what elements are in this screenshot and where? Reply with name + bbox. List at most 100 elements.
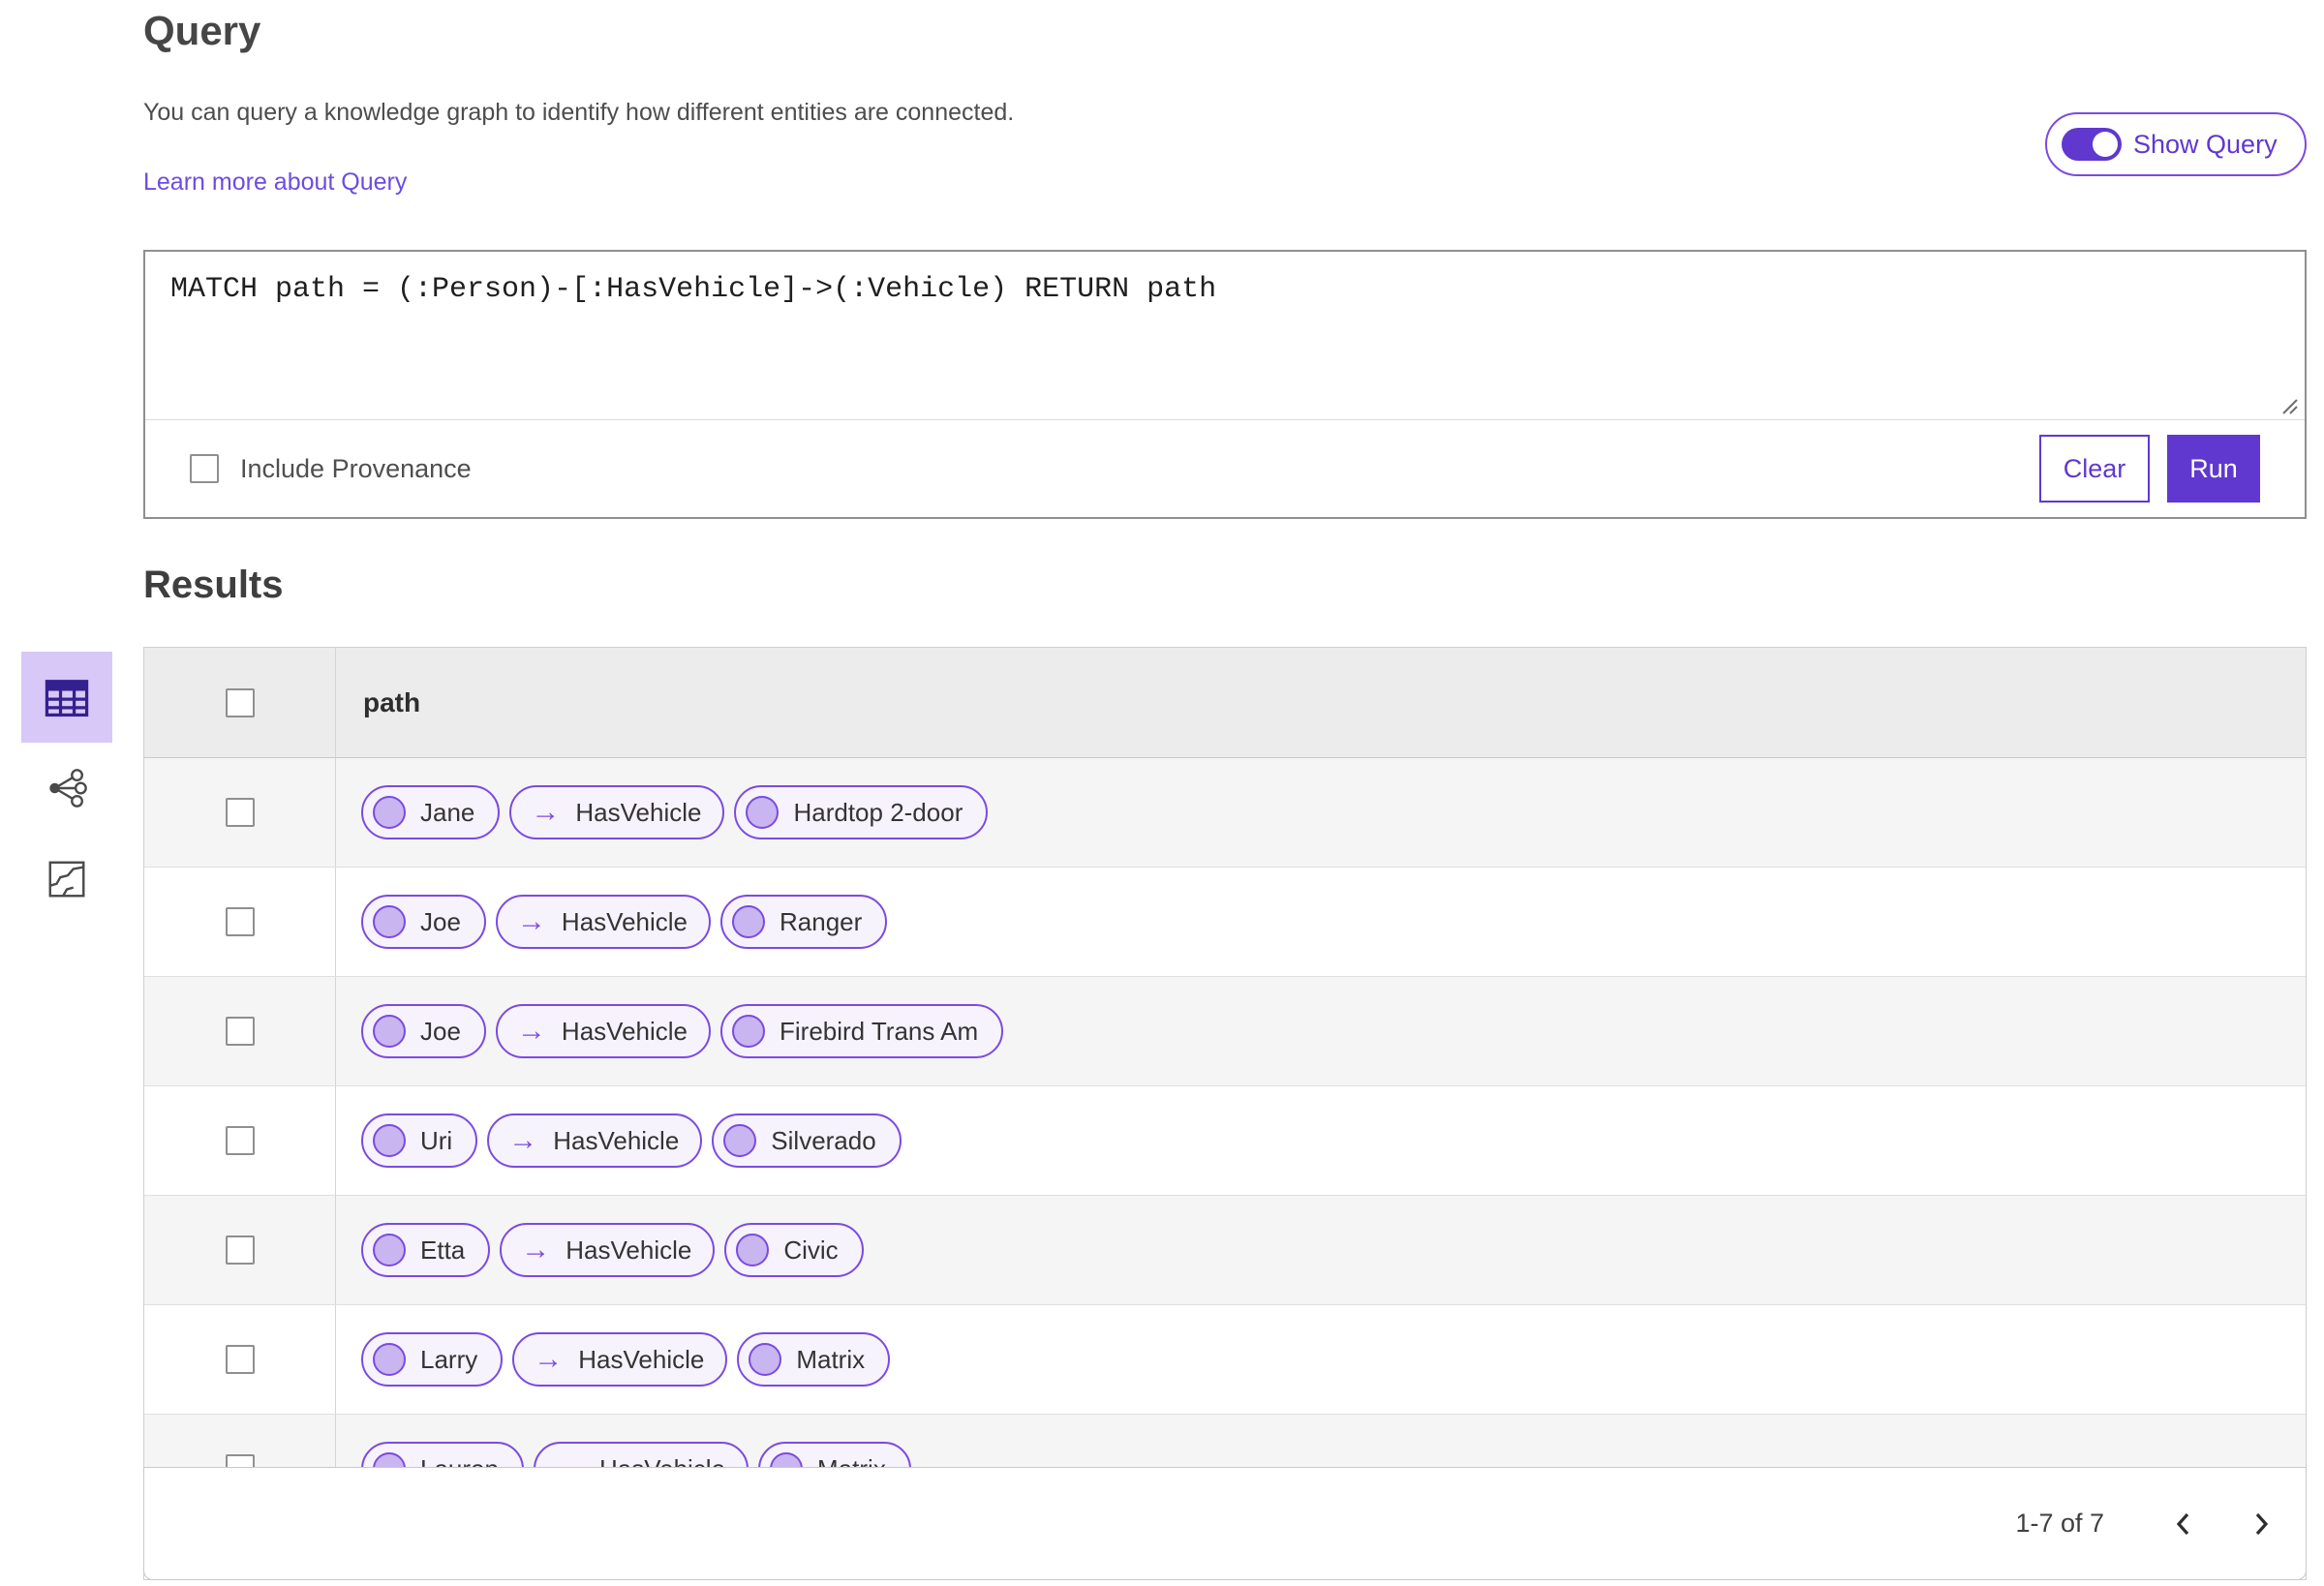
table-row: Uri → HasVehicle Silverado: [144, 1086, 2306, 1196]
relationship-pill[interactable]: → HasVehicle: [509, 785, 725, 839]
vehicle-entity-pill[interactable]: Matrix: [758, 1442, 911, 1467]
person-entity-pill[interactable]: Joe: [361, 1004, 486, 1058]
results-title: Results: [143, 564, 284, 606]
chevron-left-icon: [2176, 1512, 2189, 1535]
entity-node-icon: [732, 1015, 765, 1048]
path-cell: Lauren → HasVehicle Matrix: [336, 1415, 2306, 1467]
vehicle-entity-pill[interactable]: Hardtop 2-door: [734, 785, 989, 839]
path-cell: Etta → HasVehicle Civic: [336, 1196, 2306, 1304]
arrow-right-icon: →: [521, 1234, 551, 1266]
table-view-button[interactable]: [21, 652, 112, 743]
toggle-switch-icon[interactable]: [2062, 128, 2122, 161]
vehicle-entity-pill[interactable]: Ranger: [720, 895, 888, 949]
row-select-cell: [144, 868, 336, 976]
row-select-checkbox[interactable]: [225, 798, 255, 827]
vehicle-entity-label: Matrix: [817, 1454, 886, 1468]
entity-node-icon: [373, 905, 406, 938]
row-select-checkbox[interactable]: [225, 1017, 255, 1046]
vehicle-entity-label: Firebird Trans Am: [780, 1016, 979, 1046]
row-select-checkbox[interactable]: [225, 1454, 255, 1467]
vehicle-entity-label: Civic: [783, 1235, 839, 1265]
relationship-label: HasVehicle: [561, 1016, 688, 1046]
arrow-right-icon: →: [508, 1124, 538, 1156]
entity-node-icon: [373, 1234, 406, 1266]
row-select-checkbox[interactable]: [225, 1345, 255, 1374]
next-page-button[interactable]: [2242, 1500, 2280, 1548]
entity-node-icon: [770, 1452, 804, 1467]
map-view-button[interactable]: [21, 834, 112, 925]
relationship-label: HasVehicle: [599, 1454, 725, 1468]
entity-node-icon: [749, 1343, 782, 1376]
path-cell: Joe → HasVehicle Ranger: [336, 868, 2306, 976]
query-page: Query You can query a knowledge graph to…: [0, 0, 2324, 1586]
select-all-cell: [144, 648, 336, 757]
vehicle-entity-pill[interactable]: Civic: [724, 1223, 864, 1277]
entity-node-icon: [746, 796, 780, 829]
entity-node-icon: [373, 796, 406, 829]
relationship-label: HasVehicle: [575, 797, 702, 827]
relationship-pill[interactable]: → HasVehicle: [500, 1223, 716, 1277]
row-select-cell: [144, 1086, 336, 1195]
query-input[interactable]: MATCH path = (:Person)-[:HasVehicle]->(:…: [145, 252, 2305, 419]
vehicle-entity-pill[interactable]: Firebird Trans Am: [720, 1004, 1004, 1058]
row-select-cell: [144, 1196, 336, 1304]
row-select-checkbox[interactable]: [225, 907, 255, 936]
person-entity-label: Larry: [420, 1344, 478, 1374]
person-entity-pill[interactable]: Uri: [361, 1113, 478, 1168]
person-entity-pill[interactable]: Joe: [361, 895, 486, 949]
vehicle-entity-label: Silverado: [771, 1125, 876, 1155]
entity-node-icon: [736, 1234, 770, 1266]
learn-more-link[interactable]: Learn more about Query: [143, 168, 407, 197]
table-row: Joe → HasVehicle Firebird Trans Am: [144, 977, 2306, 1086]
clear-button[interactable]: Clear: [2039, 435, 2150, 503]
vehicle-entity-label: Ranger: [780, 906, 863, 936]
vehicle-entity-pill[interactable]: Matrix: [737, 1332, 891, 1387]
view-switcher: [21, 652, 112, 925]
select-all-checkbox[interactable]: [225, 687, 255, 717]
relationship-pill[interactable]: → HasVehicle: [495, 1004, 711, 1058]
person-entity-label: Jane: [420, 797, 475, 827]
link-chart-view-button[interactable]: [21, 743, 112, 834]
relationship-pill[interactable]: → HasVehicle: [487, 1113, 703, 1168]
query-editor-area: MATCH path = (:Person)-[:HasVehicle]->(:…: [145, 252, 2305, 419]
include-provenance-checkbox[interactable]: [190, 454, 219, 483]
row-select-checkbox[interactable]: [225, 1235, 255, 1265]
entity-node-icon: [373, 1015, 406, 1048]
relationship-pill[interactable]: → HasVehicle: [495, 895, 711, 949]
path-column-header: path: [363, 686, 421, 717]
relationship-label: HasVehicle: [553, 1125, 680, 1155]
show-query-toggle[interactable]: Show Query: [2045, 112, 2307, 176]
arrow-right-icon: →: [516, 905, 546, 937]
vehicle-entity-label: Hardtop 2-door: [793, 797, 963, 827]
entity-node-icon: [732, 905, 765, 938]
path-cell: Joe → HasVehicle Firebird Trans Am: [336, 977, 2306, 1085]
toggle-knob: [2093, 132, 2118, 157]
arrow-right-icon: →: [534, 1343, 564, 1375]
person-entity-label: Joe: [420, 1016, 461, 1046]
path-cell: Jane → HasVehicle Hardtop 2-door: [336, 758, 2306, 867]
person-entity-pill[interactable]: Jane: [361, 785, 501, 839]
vehicle-entity-pill[interactable]: Silverado: [712, 1113, 902, 1168]
row-select-cell: [144, 977, 336, 1085]
row-select-cell: [144, 758, 336, 867]
person-entity-label: Uri: [420, 1125, 453, 1155]
show-query-label: Show Query: [2133, 129, 2278, 159]
row-select-cell: [144, 1415, 336, 1467]
person-entity-label: Etta: [420, 1235, 466, 1265]
relationship-pill[interactable]: → HasVehicle: [512, 1332, 728, 1387]
previous-page-button[interactable]: [2164, 1500, 2203, 1548]
relationship-pill[interactable]: → HasVehicle: [533, 1442, 749, 1468]
relationship-label: HasVehicle: [578, 1344, 705, 1374]
person-entity-pill[interactable]: Larry: [361, 1332, 504, 1387]
resize-handle-icon[interactable]: [2278, 394, 2299, 415]
run-button[interactable]: Run: [2167, 435, 2260, 503]
arrow-right-icon: →: [516, 1015, 546, 1047]
path-cell: Uri → HasVehicle Silverado: [336, 1086, 2306, 1195]
person-entity-pill[interactable]: Lauren: [361, 1442, 524, 1467]
person-entity-pill[interactable]: Etta: [361, 1223, 491, 1277]
results-table: path Jane → HasVehicle Hardtop 2-door Jo…: [143, 647, 2307, 1580]
entity-node-icon: [373, 1343, 406, 1376]
entity-node-icon: [723, 1124, 757, 1157]
entity-node-icon: [373, 1124, 406, 1157]
row-select-checkbox[interactable]: [225, 1126, 255, 1155]
